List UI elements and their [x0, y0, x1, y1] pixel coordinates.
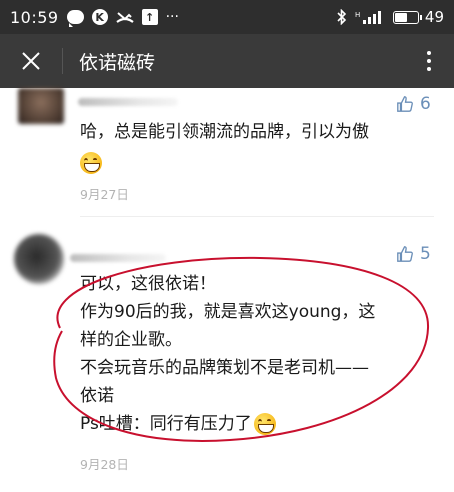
status-time: 10:59: [10, 7, 59, 27]
comment-line: 可以，这很依诺！: [80, 274, 216, 294]
signal-icon: H: [355, 9, 385, 25]
battery-level: 49: [424, 8, 444, 26]
comment-line: 哈，总是能引领潮流的品牌，引以为傲: [80, 122, 369, 142]
grin-emoji: [80, 152, 102, 174]
username-blurred: [78, 98, 178, 106]
more-vert-icon-dot: [427, 67, 431, 71]
comment-line: Ps吐槽：同行有压力了: [80, 414, 252, 434]
nav-bar: 依诺磁砖: [0, 34, 454, 88]
thumb-up-icon: [397, 96, 413, 112]
comment-feed[interactable]: 6 哈，总是能引领潮流的品牌，引以为傲 9月27日 5 可以，这很依诺！ 作为9…: [0, 88, 454, 492]
comment-text: 可以，这很依诺！ 作为90后的我，就是喜欢这young，这 样的企业歌。 不会玩…: [80, 270, 375, 438]
more-menu-button[interactable]: [404, 34, 454, 88]
k-app-icon: K: [91, 9, 108, 25]
thumb-up-icon: [397, 246, 413, 262]
like-button[interactable]: 6: [396, 94, 431, 114]
comment-text: 哈，总是能引领潮流的品牌，引以为傲: [80, 118, 369, 146]
missed-call-icon: [115, 10, 134, 24]
svg-text:H: H: [355, 11, 360, 19]
more-vert-icon-dot: [427, 59, 431, 63]
close-button[interactable]: [0, 34, 62, 88]
comment-line: 依诺: [80, 386, 114, 406]
bluetooth-icon: [337, 9, 347, 25]
page-title: 依诺磁砖: [79, 51, 156, 74]
username-blurred: [70, 254, 166, 262]
avatar: [18, 88, 64, 124]
avatar: [14, 234, 64, 284]
battery-icon: 49: [392, 8, 444, 26]
like-button[interactable]: 5: [396, 244, 431, 264]
chat-bubble-icon: [66, 10, 84, 27]
status-left: 10:59 K ↑ ···: [10, 8, 179, 27]
like-count: 6: [420, 94, 431, 114]
nav-divider: [62, 48, 63, 74]
more-vert-icon-dot: [427, 51, 431, 55]
like-count: 5: [420, 244, 431, 264]
status-right: H 49: [337, 8, 444, 26]
comment-line: 作为90后的我，就是喜欢这young，这: [80, 302, 376, 322]
comment-date: 9月27日: [80, 187, 129, 202]
grin-emoji: [253, 413, 276, 435]
comment-divider: [80, 216, 434, 217]
comment-line: 样的企业歌。: [80, 330, 182, 350]
close-icon: [22, 52, 40, 70]
comment-line: 不会玩音乐的品牌策划不是老司机——: [80, 358, 369, 378]
status-bar: 10:59 K ↑ ··· H 49: [0, 0, 454, 34]
comment-date: 9月28日: [80, 457, 129, 472]
upload-icon: ↑: [141, 9, 158, 25]
more-dots-icon: ···: [165, 9, 179, 25]
